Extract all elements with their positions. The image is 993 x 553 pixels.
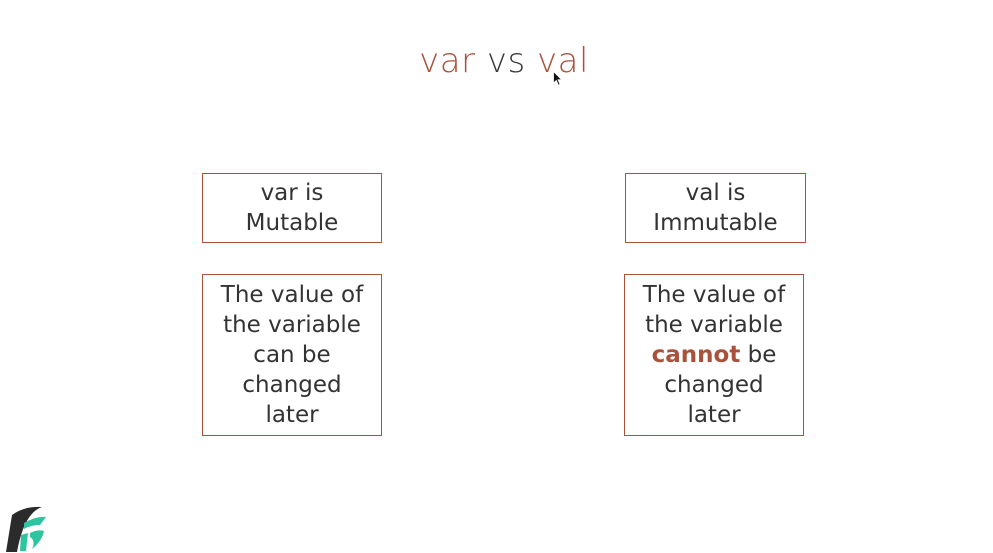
var-description-box: The value of the variable can be changed…: [202, 274, 382, 436]
slide-title: var vs val: [0, 40, 993, 82]
var-desc-line3: can be: [253, 342, 331, 368]
val-immutable-box: val is Immutable: [625, 173, 806, 243]
val-desc-line2: the variable: [645, 312, 783, 338]
val-description-box: The value of the variable cannot be chan…: [624, 274, 804, 436]
var-head-line2: Mutable: [245, 210, 339, 236]
cannot-emphasis: cannot: [651, 342, 741, 368]
val-desc-line1: The value of: [642, 282, 786, 308]
var-desc-line5: later: [265, 402, 319, 428]
brand-logo-icon: [6, 506, 46, 552]
var-head-line1: var is: [260, 180, 324, 206]
title-keyword-var: var: [419, 41, 476, 81]
val-desc-line3: cannot be: [652, 340, 777, 370]
mouse-pointer-icon: [553, 71, 563, 86]
val-head-line1: val is: [685, 180, 746, 206]
title-vs: vs: [475, 41, 537, 81]
val-desc-line4: changed: [664, 372, 764, 398]
var-desc-line1: The value of: [220, 282, 364, 308]
var-mutable-box: var is Mutable: [202, 173, 382, 243]
val-desc-line5: later: [687, 402, 741, 428]
val-head-line2: Immutable: [653, 210, 778, 236]
var-desc-line2: the variable: [223, 312, 361, 338]
var-desc-line4: changed: [242, 372, 342, 398]
val-desc-line3-rest: be: [740, 342, 777, 368]
